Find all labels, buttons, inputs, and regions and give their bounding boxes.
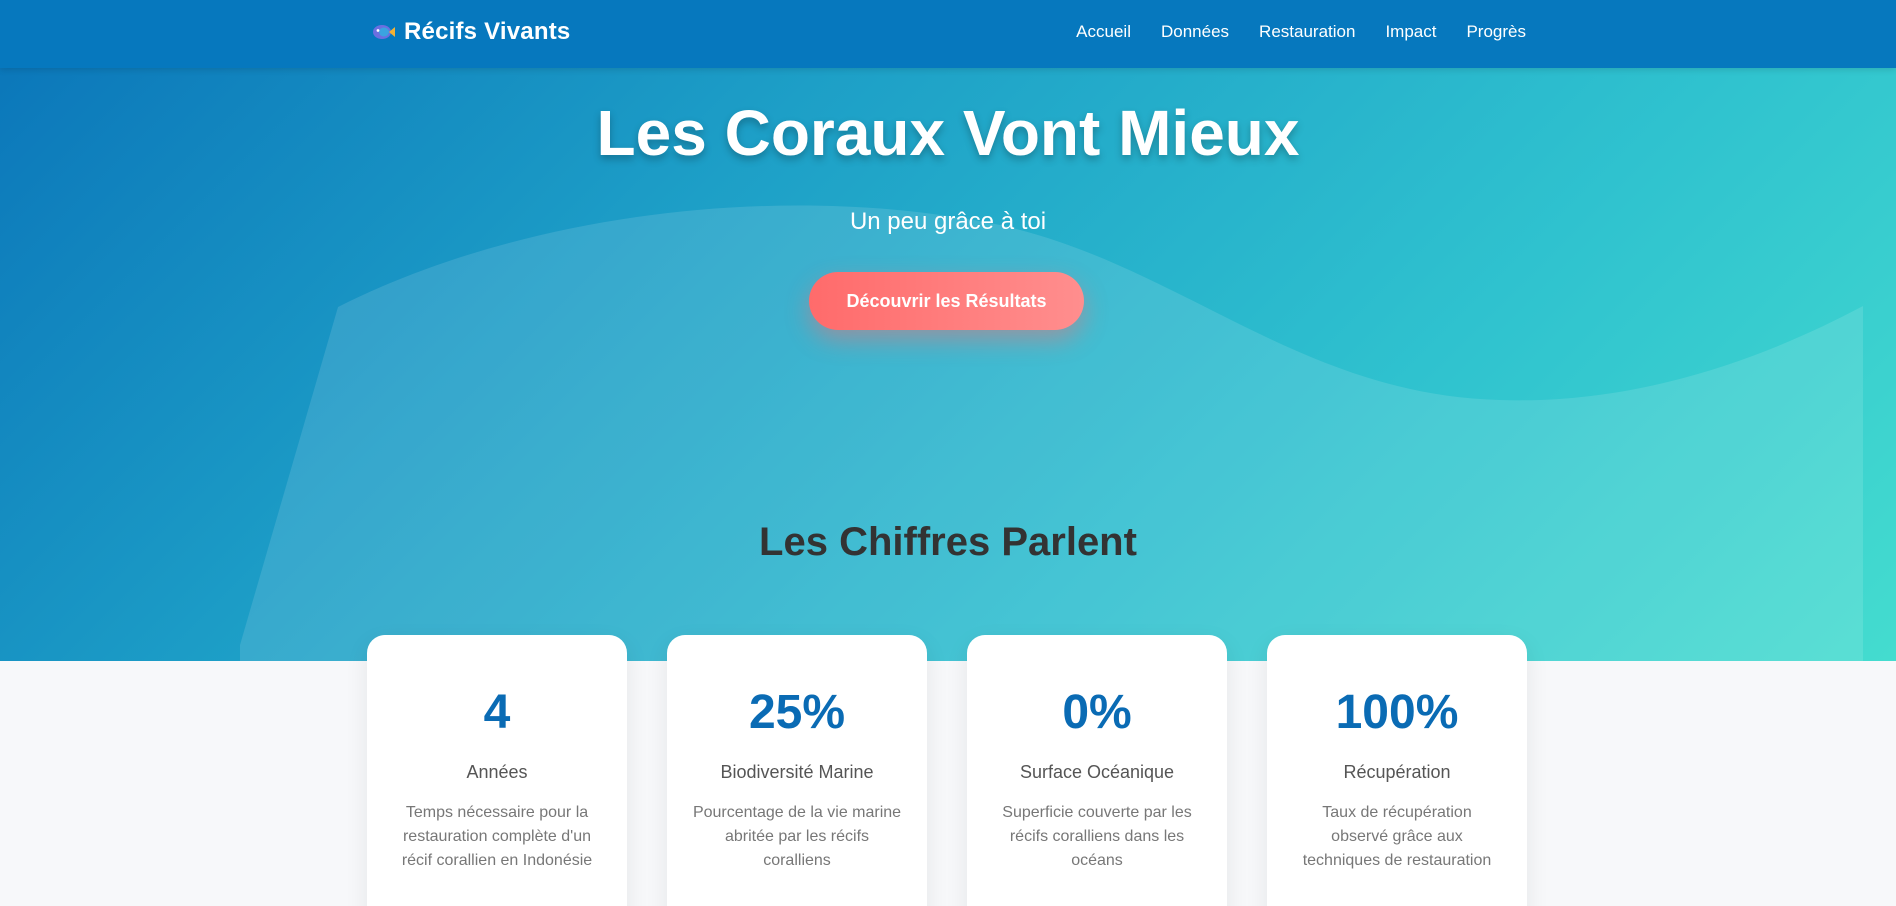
stat-value: 25%	[748, 686, 846, 739]
stat-description: Taux de récupération observé grâce aux t…	[1302, 804, 1492, 869]
stat-card-ocean-surface: 0% Surface Océanique Superficie couverte…	[967, 635, 1227, 906]
nav-link-impact[interactable]: Impact	[1385, 22, 1436, 42]
hero-title: Les Coraux Vont Mieux	[596, 97, 1300, 169]
nav-link-accueil[interactable]: Accueil	[1076, 22, 1131, 42]
stat-value: 100%	[1335, 686, 1459, 739]
stat-cards: 4 Années Temps nécessaire pour la restau…	[367, 635, 1527, 906]
discover-results-button[interactable]: Découvrir les Résultats	[809, 272, 1084, 330]
stat-value: 4	[483, 686, 511, 739]
fish-icon	[370, 19, 396, 45]
stats-section-title: Les Chiffres Parlent	[759, 520, 1137, 564]
stat-card-biodiversity: 25% Biodiversité Marine Pourcentage de l…	[667, 635, 927, 906]
stat-label: Récupération	[1343, 762, 1451, 782]
stat-value: 0%	[1062, 686, 1132, 739]
nav-link-donnees[interactable]: Données	[1161, 22, 1229, 42]
nav-link-restauration[interactable]: Restauration	[1259, 22, 1355, 42]
brand-name: Récifs Vivants	[404, 18, 571, 45]
stat-description: Pourcentage de la vie marine abritée par…	[692, 804, 902, 869]
stat-label: Années	[466, 762, 528, 782]
nav-link-progres[interactable]: Progrès	[1466, 22, 1526, 42]
stat-card-recovery: 100% Récupération Taux de récupération o…	[1267, 635, 1527, 906]
stat-description: Temps nécessaire pour la restauration co…	[401, 804, 593, 869]
stat-description: Superficie couverte par les récifs coral…	[1002, 804, 1192, 869]
top-navbar: Récifs Vivants Accueil Données Restaurat…	[0, 0, 1896, 68]
nav-links: Accueil Données Restauration Impact Prog…	[1076, 22, 1526, 42]
brand-logo[interactable]: Récifs Vivants	[370, 18, 570, 46]
stat-label: Surface Océanique	[1019, 762, 1175, 782]
stat-label: Biodiversité Marine	[720, 762, 874, 782]
stat-card-years: 4 Années Temps nécessaire pour la restau…	[367, 635, 627, 906]
hero-subtitle: Un peu grâce à toi	[849, 208, 1047, 235]
